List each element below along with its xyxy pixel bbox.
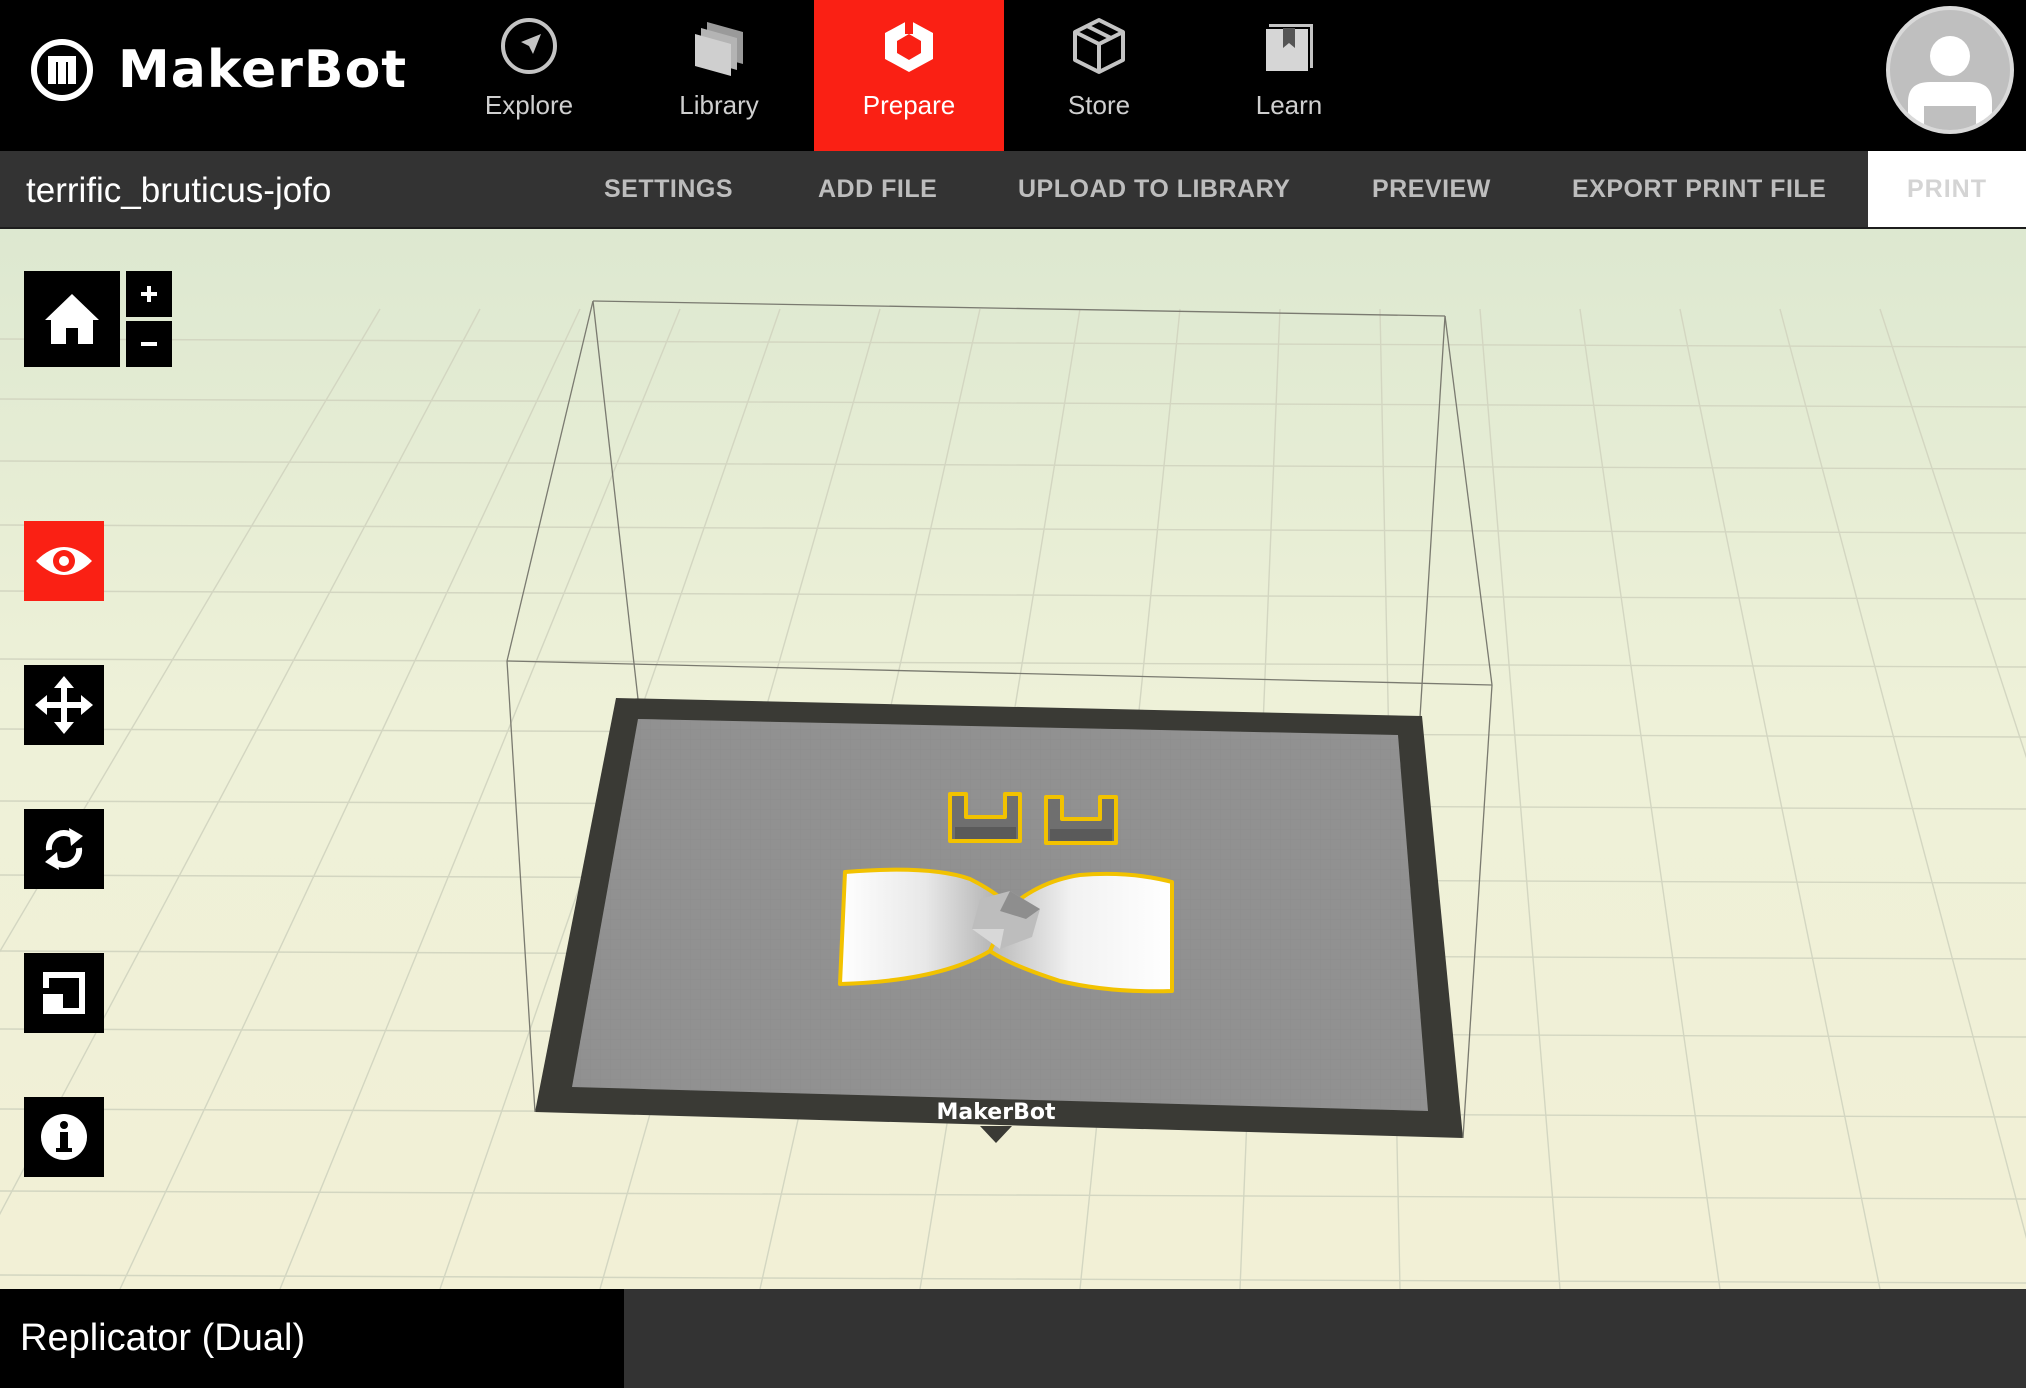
move-tool-button[interactable]	[24, 665, 104, 745]
preview-button[interactable]: PREVIEW	[1372, 151, 1491, 227]
tab-label: Store	[1067, 90, 1131, 120]
zoom-in-button[interactable]	[126, 271, 172, 317]
build-volume-outline	[506, 300, 1493, 718]
tab-label: Explore	[484, 90, 574, 120]
view-eye-icon	[36, 547, 92, 575]
scale-tool-button[interactable]	[24, 953, 104, 1033]
info-icon	[41, 1114, 87, 1160]
zoom-out-icon	[141, 342, 157, 346]
user-avatar[interactable]	[1886, 6, 2014, 134]
tab-store[interactable]: Store	[1004, 0, 1194, 151]
library-stack-icon	[695, 22, 743, 76]
store-box-icon	[1073, 18, 1125, 74]
settings-button[interactable]: SETTINGS	[604, 151, 733, 227]
scale-icon	[43, 972, 85, 1014]
build-scene: MakerBot	[0, 300, 2026, 1289]
top-navigation-bar: MakerBot Explore Library Prepare Store L…	[0, 0, 2026, 151]
makerbot-m-icon	[31, 39, 93, 101]
tab-learn[interactable]: Learn	[1194, 0, 1384, 151]
printer-selector[interactable]: Replicator (Dual)	[0, 1289, 624, 1388]
add-file-button[interactable]: ADD FILE	[818, 151, 937, 227]
plate-brand-label: MakerBot	[937, 1100, 1056, 1125]
project-name[interactable]: terrific_bruticus-jofo	[26, 171, 331, 211]
tab-prepare[interactable]: Prepare	[814, 0, 1004, 151]
tab-label: Prepare	[862, 90, 956, 120]
move-icon	[35, 676, 93, 734]
makerbot-logo[interactable]: MakerBot	[30, 38, 407, 102]
tab-label: Library	[679, 90, 759, 120]
rotate-icon	[45, 828, 83, 870]
prepare-cube-icon	[885, 20, 933, 72]
logo-wordmark: MakerBot	[118, 40, 408, 100]
home-view-button[interactable]	[24, 271, 120, 367]
printer-name: Replicator (Dual)	[20, 1317, 306, 1359]
project-toolbar: terrific_bruticus-jofo SETTINGS ADD FILE…	[0, 151, 2026, 229]
tab-explore[interactable]: Explore	[434, 0, 624, 151]
rotate-tool-button[interactable]	[24, 809, 104, 889]
user-silhouette-icon	[1908, 36, 1992, 130]
tab-library[interactable]: Library	[624, 0, 814, 151]
print-button[interactable]: PRINT	[1868, 151, 2026, 227]
view-tool-button[interactable]	[24, 521, 104, 601]
upload-to-library-button[interactable]: UPLOAD TO LIBRARY	[1018, 151, 1290, 227]
export-print-file-button[interactable]: EXPORT PRINT FILE	[1572, 151, 1826, 227]
status-bar: Replicator (Dual)	[0, 1289, 2026, 1388]
learn-book-icon	[1264, 24, 1313, 73]
home-icon	[45, 294, 99, 344]
compass-icon	[501, 18, 557, 74]
build-viewport[interactable]: MakerBot	[0, 229, 2026, 1289]
zoom-out-button[interactable]	[126, 321, 172, 367]
zoom-in-icon	[141, 286, 157, 302]
info-button[interactable]	[24, 1097, 104, 1177]
tab-label: Learn	[1255, 90, 1323, 120]
